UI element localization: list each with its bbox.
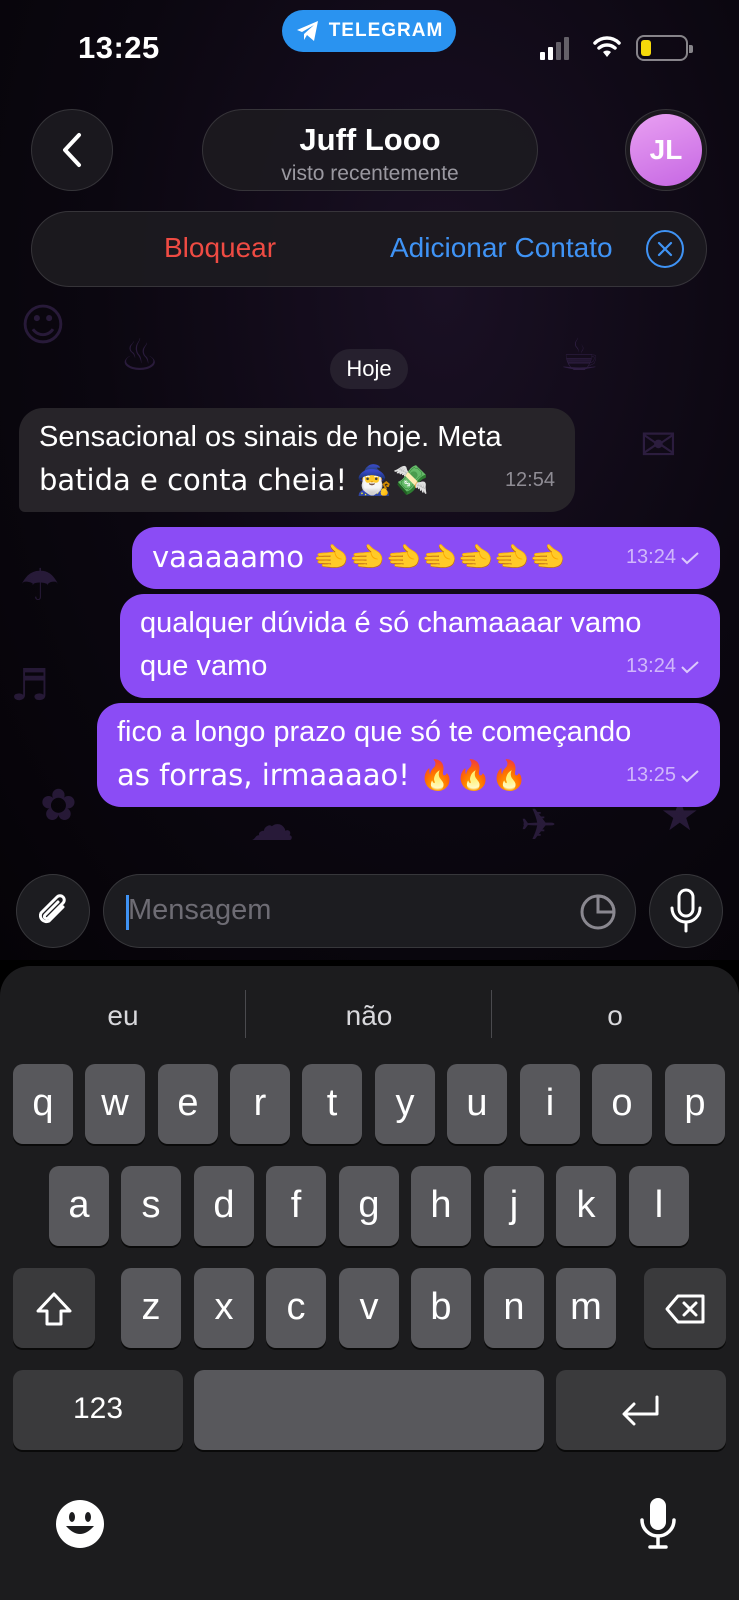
telegram-icon bbox=[296, 21, 318, 41]
shift-key[interactable] bbox=[13, 1268, 95, 1348]
key-m[interactable]: m bbox=[556, 1268, 616, 1348]
key-a[interactable]: a bbox=[49, 1166, 109, 1246]
status-time: 13:25 bbox=[78, 30, 160, 65]
key-d[interactable]: d bbox=[194, 1166, 254, 1246]
dictation-mic-icon[interactable] bbox=[638, 1496, 678, 1552]
message-bubble-outgoing[interactable]: qualquer dúvida é só chamaaaar vamo que … bbox=[120, 594, 720, 698]
block-button[interactable]: Bloquear bbox=[164, 232, 276, 264]
suggestion-item[interactable]: o bbox=[515, 1000, 715, 1032]
wifi-icon bbox=[593, 36, 621, 57]
back-button[interactable] bbox=[31, 109, 113, 191]
message-text-line: as forras, irmaaaao! 🔥🔥🔥 bbox=[117, 758, 528, 792]
checkmark-icon bbox=[681, 551, 699, 564]
status-bar: 13:25 TELEGRAM bbox=[0, 0, 739, 100]
checkmark-icon bbox=[681, 660, 699, 673]
suggestion-item[interactable]: não bbox=[269, 1000, 469, 1032]
message-time: 13:25 bbox=[625, 764, 676, 786]
add-contact-button[interactable]: Adicionar Contato bbox=[390, 232, 613, 264]
contact-name: Juff Looo bbox=[299, 122, 441, 157]
doodle-icon: ♬ bbox=[10, 660, 50, 711]
doodle-icon: ☺ bbox=[20, 300, 66, 351]
doodle-icon: ✉ bbox=[640, 420, 677, 471]
key-b[interactable]: b bbox=[411, 1268, 471, 1348]
return-key[interactable] bbox=[556, 1370, 726, 1450]
key-z[interactable]: z bbox=[121, 1268, 181, 1348]
battery-icon bbox=[636, 35, 693, 61]
voice-record-button[interactable] bbox=[649, 874, 723, 948]
key-n[interactable]: n bbox=[484, 1268, 544, 1348]
key-p[interactable]: p bbox=[665, 1064, 725, 1144]
message-input[interactable]: Mensagem bbox=[103, 874, 636, 948]
doodle-icon: ✿ bbox=[40, 780, 77, 831]
key-w[interactable]: w bbox=[85, 1064, 145, 1144]
backspace-key[interactable] bbox=[644, 1268, 726, 1348]
message-text-line: fico a longo prazo que só te começando bbox=[117, 716, 632, 748]
key-s[interactable]: s bbox=[121, 1166, 181, 1246]
doodle-icon: ✈ bbox=[520, 800, 557, 851]
contact-action-bar: Bloquear Adicionar Contato bbox=[31, 211, 707, 287]
close-icon bbox=[657, 241, 673, 257]
key-r[interactable]: r bbox=[230, 1064, 290, 1144]
chat-title[interactable]: Juff Looo visto recentemente bbox=[202, 109, 538, 191]
key-g[interactable]: g bbox=[339, 1166, 399, 1246]
microphone-icon bbox=[670, 888, 702, 933]
key-l[interactable]: l bbox=[629, 1166, 689, 1246]
suggestion-divider bbox=[245, 990, 246, 1038]
date-separator: Hoje bbox=[330, 349, 408, 389]
telegram-pill-label: TELEGRAM bbox=[328, 20, 444, 41]
backspace-icon bbox=[665, 1294, 705, 1324]
dismiss-button[interactable] bbox=[646, 230, 684, 268]
key-j[interactable]: j bbox=[484, 1166, 544, 1246]
attach-button[interactable] bbox=[16, 874, 90, 948]
key-x[interactable]: x bbox=[194, 1268, 254, 1348]
key-o[interactable]: o bbox=[592, 1064, 652, 1144]
doodle-icon: ♨ bbox=[120, 330, 160, 381]
key-h[interactable]: h bbox=[411, 1166, 471, 1246]
key-u[interactable]: u bbox=[447, 1064, 507, 1144]
message-placeholder: Mensagem bbox=[128, 894, 272, 926]
message-text-line: batida e conta cheia! 🧙‍♂️💸 bbox=[39, 463, 429, 497]
key-e[interactable]: e bbox=[158, 1064, 218, 1144]
message-time: 12:54 bbox=[504, 469, 555, 491]
message-text-line: qualquer dúvida é só chamaaaar vamo bbox=[140, 607, 642, 639]
key-y[interactable]: y bbox=[375, 1064, 435, 1144]
emoji-icon[interactable] bbox=[54, 1498, 106, 1550]
avatar-button[interactable]: JL bbox=[625, 109, 707, 191]
message-bubble-outgoing[interactable]: vaaaaamo 🫲🫲🫲🫲🫲🫲🫲 13:24 bbox=[132, 527, 720, 589]
suggestion-item[interactable]: eu bbox=[23, 1000, 223, 1032]
key-t[interactable]: t bbox=[302, 1064, 362, 1144]
key-q[interactable]: q bbox=[13, 1064, 73, 1144]
message-time: 13:24 bbox=[625, 546, 676, 568]
return-icon bbox=[622, 1395, 659, 1426]
message-text-line: vaaaaamo 🫲🫲🫲🫲🫲🫲🫲 bbox=[152, 540, 566, 574]
contact-status: visto recentemente bbox=[281, 162, 459, 185]
numbers-key[interactable]: 123 bbox=[13, 1370, 183, 1450]
doodle-icon: ☁ bbox=[250, 800, 294, 851]
paperclip-icon bbox=[38, 894, 66, 924]
checkmark-icon bbox=[681, 769, 699, 782]
avatar: JL bbox=[630, 114, 702, 186]
telegram-pill[interactable]: TELEGRAM bbox=[282, 10, 456, 52]
key-v[interactable]: v bbox=[339, 1268, 399, 1348]
suggestion-divider bbox=[491, 990, 492, 1038]
chevron-left-icon bbox=[63, 133, 81, 167]
message-bubble-outgoing[interactable]: fico a longo prazo que só te começando a… bbox=[97, 703, 720, 807]
space-key[interactable] bbox=[194, 1370, 544, 1450]
shift-icon bbox=[36, 1292, 72, 1326]
key-i[interactable]: i bbox=[520, 1064, 580, 1144]
cellular-signal-icon bbox=[540, 36, 569, 60]
sticker-icon[interactable] bbox=[579, 893, 617, 931]
doodle-icon: ☂ bbox=[20, 560, 60, 611]
message-text-line: que vamo bbox=[140, 650, 268, 682]
key-k[interactable]: k bbox=[556, 1166, 616, 1246]
message-text-line: Sensacional os sinais de hoje. Meta bbox=[39, 421, 502, 453]
message-bubble-incoming[interactable]: Sensacional os sinais de hoje. Meta bati… bbox=[19, 408, 575, 512]
doodle-icon: ☕ bbox=[560, 330, 600, 381]
message-time: 13:24 bbox=[625, 655, 676, 677]
key-c[interactable]: c bbox=[266, 1268, 326, 1348]
keyboard: eu não o q w e r t y u i o p a s d f g h… bbox=[0, 966, 739, 1600]
key-f[interactable]: f bbox=[266, 1166, 326, 1246]
